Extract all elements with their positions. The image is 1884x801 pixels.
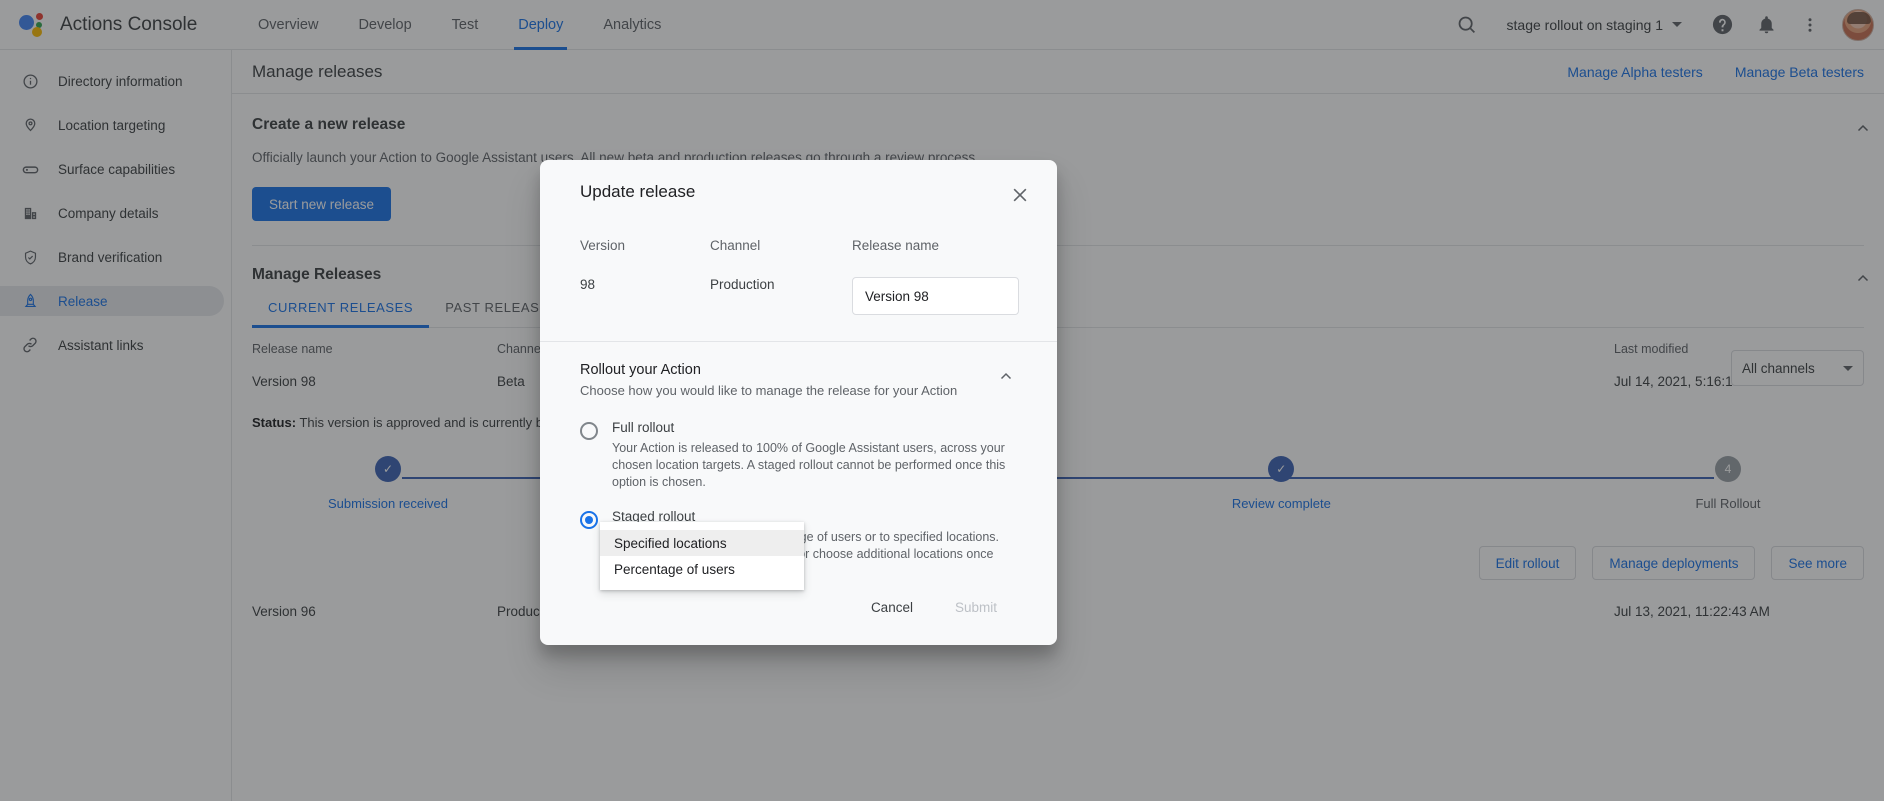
channel-value: Production [710, 277, 852, 292]
dropdown-item-percentage-of-users[interactable]: Percentage of users [600, 556, 804, 582]
dropdown-item-specified-locations[interactable]: Specified locations [600, 530, 804, 556]
release-name-input[interactable] [852, 277, 1019, 315]
rollout-title: Rollout your Action [580, 362, 1033, 378]
close-icon[interactable] [1007, 182, 1033, 208]
radio-full-rollout[interactable] [580, 422, 598, 440]
release-name-field: Release name [852, 238, 1033, 315]
channel-field: Channel Production [710, 238, 852, 315]
channel-label: Channel [710, 238, 852, 253]
radio-option-full-rollout[interactable]: Full rollout Your Action is released to … [580, 420, 1027, 491]
version-label: Version [580, 238, 710, 253]
chevron-up-icon[interactable] [997, 368, 1015, 391]
release-name-label: Release name [852, 238, 1033, 253]
radio-description: Your Action is released to 100% of Googl… [612, 440, 1007, 491]
dialog-title: Update release [580, 182, 695, 202]
rollout-subtitle: Choose how you would like to manage the … [580, 383, 1033, 398]
dialog-footer: Cancel Submit [540, 592, 1057, 623]
app-root: Actions Console Overview Develop Test De… [0, 0, 1884, 801]
update-release-dialog: Update release Version 98 Channel Produc… [540, 160, 1057, 645]
submit-button: Submit [939, 592, 1013, 623]
rollout-type-dropdown-menu: Specified locations Percentage of users [600, 522, 804, 590]
radio-staged-rollout[interactable] [580, 511, 598, 529]
version-value: 98 [580, 277, 710, 292]
cancel-button[interactable]: Cancel [855, 592, 929, 623]
radio-label: Full rollout [612, 420, 1027, 435]
version-field: Version 98 [580, 238, 710, 315]
rollout-section: Rollout your Action Choose how you would… [540, 342, 1057, 398]
dialog-header: Update release [540, 160, 1057, 208]
dialog-fields: Version 98 Channel Production Release na… [540, 208, 1057, 315]
